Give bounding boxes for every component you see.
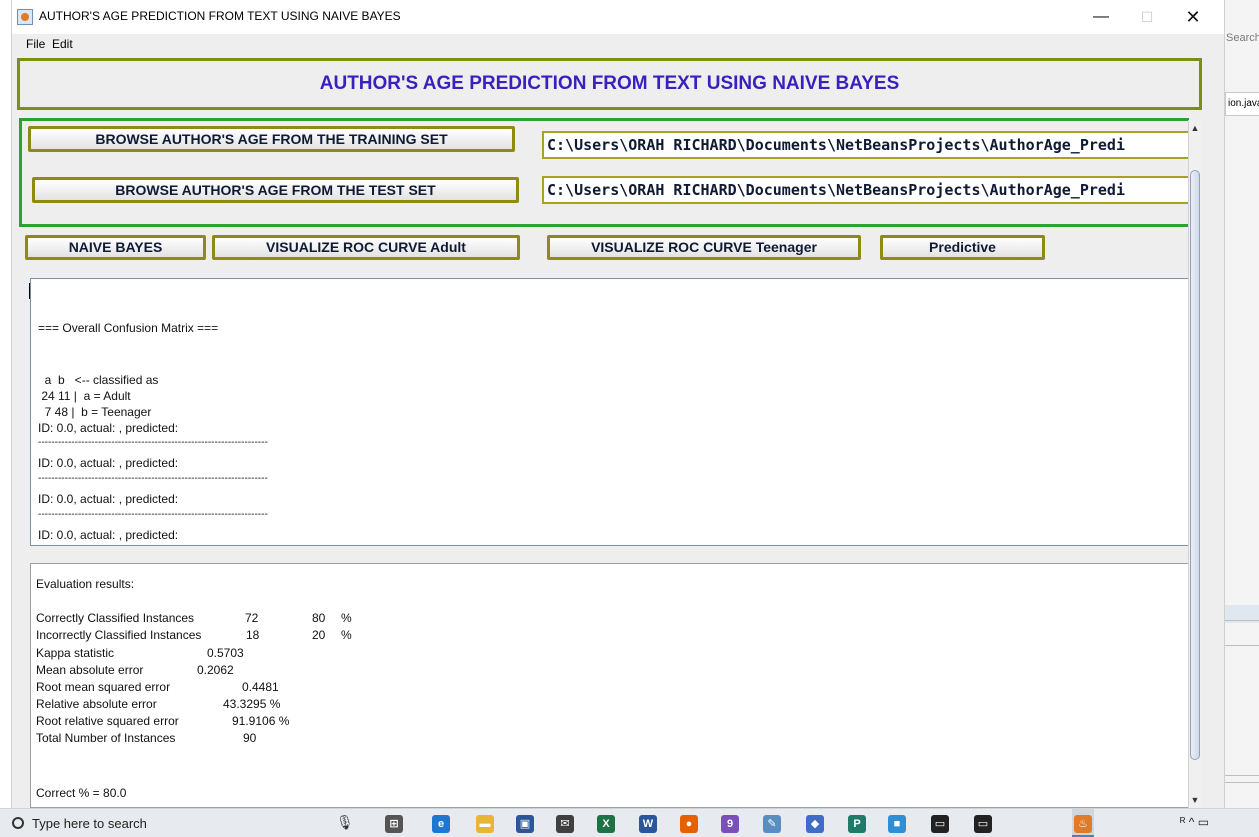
- search-icon[interactable]: [12, 817, 24, 829]
- window-title: AUTHOR'S AGE PREDICTION FROM TEXT USING …: [39, 9, 401, 23]
- training-path-field[interactable]: C:\Users\ORAH RICHARD\Documents\NetBeans…: [542, 131, 1192, 159]
- page-title: AUTHOR'S AGE PREDICTION FROM TEXT USING …: [319, 73, 900, 94]
- result-label: Incorrectly Classified Instances: [36, 628, 202, 642]
- minimize-button[interactable]: —: [1078, 0, 1124, 34]
- background-window-edge: [0, 0, 12, 808]
- microphone-icon[interactable]: 🎙: [336, 814, 354, 831]
- scrollbar-thumb[interactable]: [1190, 170, 1200, 760]
- scroll-down-icon[interactable]: ▼: [1189, 794, 1201, 806]
- taskbar-search-input[interactable]: Type here to search: [32, 816, 147, 831]
- result-unit: %: [341, 611, 352, 625]
- result-label: Kappa statistic: [36, 646, 115, 660]
- result-value: 90: [243, 731, 257, 745]
- task-view-icon[interactable]: ⊞: [385, 815, 403, 833]
- result-value: 91.9106 %: [232, 714, 290, 728]
- ide-editor-tab[interactable]: ion.java: [1225, 92, 1259, 116]
- terminal-icon[interactable]: ▭: [931, 815, 949, 833]
- browse-training-button[interactable]: BROWSE AUTHOR'S AGE FROM THE TRAINING SE…: [28, 126, 515, 152]
- test-path-field[interactable]: C:\Users\ORAH RICHARD\Documents\NetBeans…: [542, 176, 1192, 204]
- result-label: Root mean squared error: [36, 680, 171, 694]
- excel-icon[interactable]: X: [597, 815, 615, 833]
- vertical-scrollbar[interactable]: ▲ ▼: [1188, 120, 1201, 808]
- result-label: Mean absolute error: [36, 663, 144, 677]
- text-caret: [29, 283, 30, 299]
- browse-test-button[interactable]: BROWSE AUTHOR'S AGE FROM THE TEST SET: [32, 177, 519, 203]
- header-panel: AUTHOR'S AGE PREDICTION FROM TEXT USING …: [17, 58, 1202, 110]
- output-separator: ----------------------------------------…: [38, 473, 268, 484]
- taskbar: Type here to search 🎙 ⊞ e ▬ ▣ ✉ X W ● 9 ✎ ◆ P ■ ▭ ▭ ♨ ᴿ…: [0, 808, 1259, 837]
- visual-studio-icon[interactable]: 9: [721, 815, 739, 833]
- output-line: ID: 0.0, actual: , predicted:: [38, 456, 179, 470]
- tablet-icon[interactable]: ◆: [806, 815, 824, 833]
- output-line: a b <-- classified as: [38, 373, 159, 387]
- menu-file[interactable]: File: [26, 37, 45, 51]
- notepad-icon[interactable]: ✎: [763, 815, 781, 833]
- output-line: ID: 0.0, actual: , predicted:: [38, 528, 179, 542]
- word-icon[interactable]: W: [639, 815, 657, 833]
- scroll-up-icon[interactable]: ▲: [1189, 122, 1201, 134]
- terminal-icon-2[interactable]: ▭: [974, 815, 992, 833]
- browse-panel: BROWSE AUTHOR'S AGE FROM THE TRAINING SE…: [19, 118, 1192, 227]
- result-value: 18: [246, 628, 260, 642]
- result-unit: %: [341, 628, 352, 642]
- output-line: 24 11 | a = Adult: [38, 389, 131, 403]
- firefox-icon[interactable]: ●: [680, 815, 698, 833]
- output-line: ID: 0.0, actual: , predicted:: [38, 421, 179, 435]
- result-value: 0.2062: [197, 663, 234, 677]
- ide-search-label[interactable]: Search: [1226, 32, 1259, 44]
- java-app-icon: [17, 9, 33, 25]
- title-bar[interactable]: AUTHOR'S AGE PREDICTION FROM TEXT USING …: [12, 0, 1224, 34]
- menu-bar: File Edit: [12, 34, 1224, 54]
- menu-edit[interactable]: Edit: [52, 37, 73, 51]
- result-label: Root relative squared error: [36, 714, 179, 728]
- publisher-icon[interactable]: P: [848, 815, 866, 833]
- box-icon[interactable]: ■: [888, 815, 906, 833]
- result-value: 72: [245, 611, 259, 625]
- output-text-area[interactable]: === Overall Confusion Matrix === a b <--…: [30, 278, 1197, 546]
- app-window: AUTHOR'S AGE PREDICTION FROM TEXT USING …: [12, 0, 1224, 808]
- roc-adult-button[interactable]: VISUALIZE ROC CURVE Adult: [212, 235, 520, 260]
- result-label: Correctly Classified Instances: [36, 611, 195, 625]
- result-percent: 80: [312, 611, 326, 625]
- ide-divider: [1225, 775, 1259, 776]
- evaluation-results-area[interactable]: Evaluation results: Correctly Classified…: [30, 563, 1197, 808]
- ide-divider: [1225, 645, 1259, 646]
- roc-teenager-button[interactable]: VISUALIZE ROC CURVE Teenager: [547, 235, 861, 260]
- system-tray[interactable]: ᴿ ^ ▭: [1180, 815, 1209, 829]
- file-explorer-icon[interactable]: ▬: [476, 815, 494, 833]
- correct-percent: Correct % = 80.0: [36, 786, 127, 800]
- close-button[interactable]: ✕: [1170, 0, 1216, 34]
- result-percent: 20: [312, 628, 326, 642]
- output-line: ID: 0.0, actual: , predicted:: [38, 492, 179, 506]
- java-icon[interactable]: ♨: [1074, 815, 1092, 833]
- result-value: 0.5703: [207, 646, 244, 660]
- maximize-button[interactable]: ☐: [1124, 0, 1170, 34]
- ide-divider: [1225, 782, 1259, 783]
- result-label: Total Number of Instances: [36, 731, 176, 745]
- result-label: Relative absolute error: [36, 697, 157, 711]
- result-value: 0.4481: [242, 680, 279, 694]
- naive-bayes-button[interactable]: NAIVE BAYES: [25, 235, 206, 260]
- output-separator: ----------------------------------------…: [38, 509, 268, 520]
- edge-icon[interactable]: e: [432, 815, 450, 833]
- output-separator: ----------------------------------------…: [38, 437, 268, 448]
- mail-icon[interactable]: ✉: [556, 815, 574, 833]
- results-heading: Evaluation results:: [36, 577, 135, 591]
- result-value: 43.3295 %: [223, 697, 281, 711]
- predictive-button[interactable]: Predictive: [880, 235, 1045, 260]
- output-line: === Overall Confusion Matrix ===: [38, 321, 219, 335]
- store-icon[interactable]: ▣: [516, 815, 534, 833]
- output-line: 7 48 | b = Teenager: [38, 405, 152, 419]
- ide-divider: [1225, 620, 1259, 621]
- background-ide-panel: Search ion.java: [1224, 0, 1259, 808]
